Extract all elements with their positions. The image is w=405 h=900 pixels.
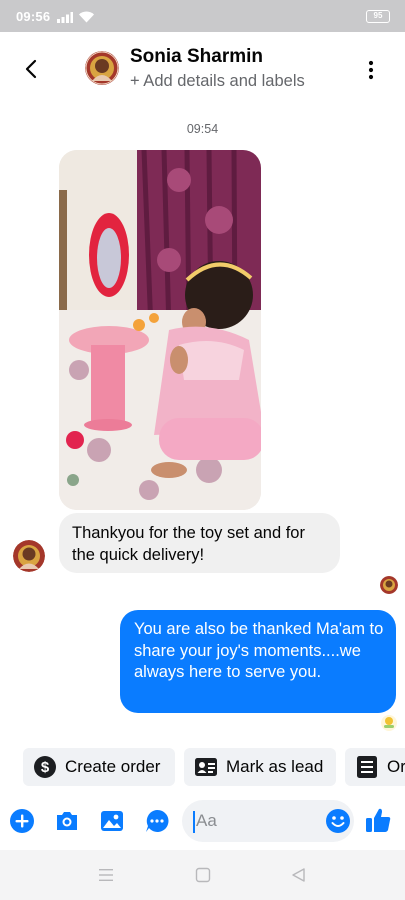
emoji-icon[interactable] — [325, 808, 351, 834]
contact-name[interactable]: Sonia Sharmin — [130, 46, 263, 68]
more-options-icon[interactable] — [362, 59, 380, 81]
orders-label: Or — [387, 757, 405, 776]
add-details-link[interactable]: + Add details and labels — [130, 72, 305, 91]
back-nav-icon[interactable] — [290, 867, 308, 883]
camera-icon[interactable] — [54, 808, 80, 834]
outgoing-message[interactable]: You are also be thanked Ma'am to share y… — [120, 610, 396, 713]
incoming-message[interactable]: Thankyou for the toy set and for the qui… — [59, 513, 340, 573]
battery-level: 95 — [373, 11, 383, 20]
quick-actions-bar: $ Create order Mark as lead Or — [0, 748, 405, 786]
status-time: 09:56 — [16, 9, 51, 24]
home-nav-icon[interactable] — [194, 867, 212, 883]
svg-text:$: $ — [41, 759, 50, 776]
create-order-button[interactable]: $ Create order — [23, 748, 175, 786]
plus-icon[interactable] — [9, 808, 35, 834]
create-order-label: Create order — [65, 757, 161, 776]
status-bar: 09:56 95 — [0, 0, 405, 32]
sender-avatar[interactable] — [13, 540, 45, 572]
signal-icon — [57, 12, 73, 23]
gallery-icon[interactable] — [99, 808, 125, 834]
orders-button[interactable]: Or — [345, 748, 405, 786]
photo-message[interactable] — [59, 150, 261, 510]
battery-icon: 95 — [366, 10, 390, 23]
system-nav-bar — [0, 850, 405, 900]
page-logo-icon — [381, 715, 397, 731]
mark-as-lead-label: Mark as lead — [226, 757, 324, 776]
saved-replies-icon[interactable] — [144, 808, 170, 834]
dollar-circle-icon: $ — [34, 756, 56, 778]
back-arrow-icon[interactable] — [20, 57, 42, 81]
list-document-icon — [357, 756, 377, 778]
message-composer — [0, 798, 405, 846]
text-cursor — [193, 811, 195, 833]
chat-header: Sonia Sharmin + Add details and labels — [0, 32, 405, 110]
like-thumb-icon[interactable] — [364, 806, 392, 834]
mark-as-lead-button[interactable]: Mark as lead — [184, 748, 336, 786]
wifi-icon — [79, 11, 94, 23]
read-receipt-avatar — [380, 576, 398, 594]
menu-nav-icon[interactable] — [97, 867, 115, 883]
contact-card-icon — [195, 758, 217, 776]
message-timestamp: 09:54 — [186, 122, 219, 136]
contact-avatar[interactable] — [85, 51, 119, 85]
